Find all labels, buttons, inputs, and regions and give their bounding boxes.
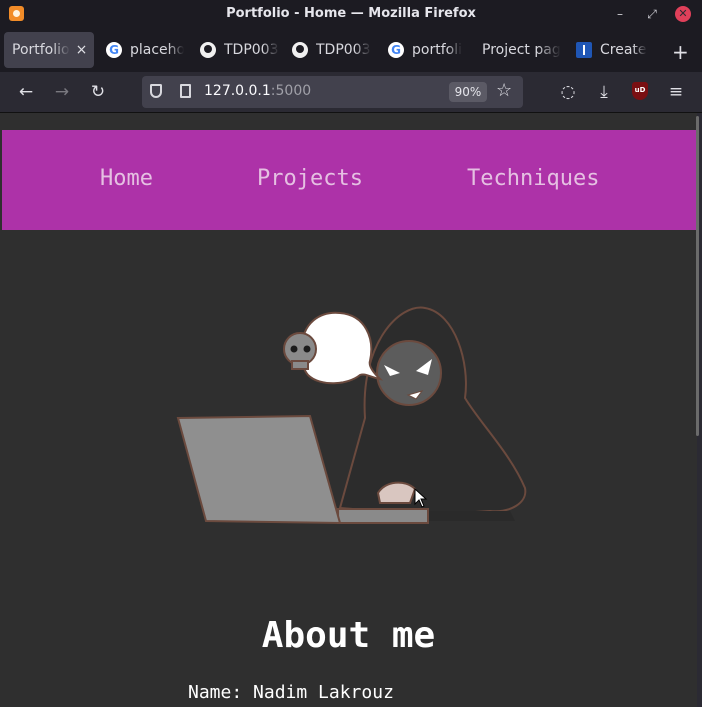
restore-icon[interactable]: ⤢	[644, 6, 660, 22]
download-icon[interactable]: ⤓	[594, 82, 614, 102]
tab-project-page[interactable]: Project pag	[482, 32, 566, 68]
google-icon	[106, 42, 122, 58]
tab-placeholder[interactable]: placeho	[106, 32, 186, 68]
close-window-icon[interactable]: ✕	[675, 6, 691, 22]
nav-link-home[interactable]: Home	[100, 166, 153, 191]
tab-portfolio-search[interactable]: portfoli	[388, 32, 468, 68]
tab-tdp003-2[interactable]: TDP003	[292, 32, 372, 68]
url-text[interactable]: 127.0.0.1:5000	[204, 83, 311, 99]
site-navigation: Home Projects Techniques	[2, 130, 697, 230]
minimize-icon[interactable]: –	[612, 6, 628, 22]
github-icon	[292, 42, 308, 58]
tab-label: Portfolio	[12, 42, 70, 58]
back-arrow-icon[interactable]: ←	[16, 82, 36, 102]
tab-create[interactable]: Create	[576, 32, 658, 68]
url-host: 127.0.0.1	[204, 83, 271, 99]
mouse-cursor-icon	[414, 488, 428, 508]
ublock-icon[interactable]: uD	[632, 82, 648, 100]
about-heading: About me	[261, 615, 436, 656]
new-tab-icon[interactable]: +	[672, 40, 689, 64]
page-icon[interactable]	[180, 84, 191, 98]
address-bar[interactable]: 127.0.0.1:5000 90% ☆	[142, 76, 523, 108]
hacker-illustration	[176, 306, 527, 525]
tab-tdp003-1[interactable]: TDP003	[200, 32, 280, 68]
forward-arrow-icon[interactable]: →	[52, 82, 72, 102]
url-port: :5000	[270, 83, 312, 99]
tab-portfolio[interactable]: Portfolio ×	[4, 32, 94, 68]
zoom-level-button[interactable]: 90%	[449, 82, 487, 102]
nav-link-projects[interactable]: Projects	[257, 166, 363, 191]
about-name-line: Name: Nadim Lakrouz	[188, 682, 394, 703]
window-titlebar: Portfolio - Home — Mozilla Firefox – ⤢ ✕	[0, 0, 702, 28]
tab-label: TDP003	[316, 42, 371, 58]
navigation-toolbar: ← → ↻ 127.0.0.1:5000 90% ☆ ◌ ⤓ uD ≡	[0, 72, 702, 113]
tab-label: portfoli	[412, 42, 462, 58]
tab-label: TDP003	[224, 42, 279, 58]
blue-square-icon	[576, 42, 592, 58]
tab-label: Project pag	[482, 42, 561, 58]
tab-label: Create	[600, 42, 647, 58]
bookmark-star-icon[interactable]: ☆	[496, 80, 512, 101]
hamburger-menu-icon[interactable]: ≡	[666, 82, 686, 102]
tab-close-icon[interactable]: ×	[76, 42, 88, 58]
tab-strip: Portfolio × placeho TDP003 TDP003 portfo…	[0, 28, 702, 72]
page-viewport: Home Projects Techniques About me Name: …	[0, 113, 697, 707]
reload-icon[interactable]: ↻	[88, 82, 108, 102]
nav-link-techniques[interactable]: Techniques	[467, 166, 599, 191]
shield-icon[interactable]	[150, 84, 162, 98]
tab-label: placeho	[130, 42, 184, 58]
page-scrollbar[interactable]	[696, 116, 699, 436]
window-title: Portfolio - Home — Mozilla Firefox	[226, 6, 476, 21]
google-icon	[388, 42, 404, 58]
pocket-icon[interactable]: ◌	[558, 82, 578, 102]
github-icon	[200, 42, 216, 58]
